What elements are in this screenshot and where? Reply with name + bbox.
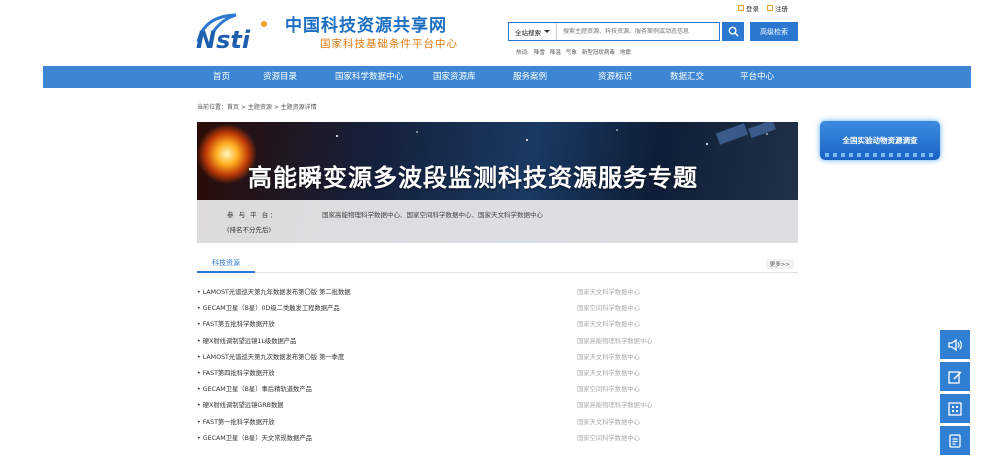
breadcrumb: 当前位置：首页 > 主题资源 > 主题资源详情 xyxy=(197,104,317,111)
nav-platform-center[interactable]: 平台中心 xyxy=(740,66,774,88)
hot-word[interactable]: 降温 xyxy=(550,48,561,56)
site-subtitle: 国家科技基础条件平台中心 xyxy=(320,38,458,50)
qrcode-button[interactable] xyxy=(940,394,970,423)
hot-word[interactable]: 气象 xyxy=(566,48,577,56)
search-box: 全站搜索 xyxy=(508,22,720,41)
search-scope-select[interactable]: 全站搜索 xyxy=(509,23,557,40)
advanced-search-button[interactable]: 高级检索 xyxy=(750,22,798,41)
page: Nsti 中国科技资源共享网 国家科技基础条件平台中心 登录 注册 全站搜索 高… xyxy=(0,0,1000,466)
qrcode-icon xyxy=(948,401,962,416)
tab-science-resources[interactable]: 科技资源 xyxy=(197,256,255,273)
nav-data-submission[interactable]: 数据汇交 xyxy=(670,66,704,88)
resource-title[interactable]: • GECAM卫星（B星）0D级二类触发工程数据产品 xyxy=(197,303,340,312)
resource-title[interactable]: • FAST第五批科学数据开放 xyxy=(197,319,275,328)
svg-text:Nsti: Nsti xyxy=(196,26,251,52)
nsti-logo[interactable]: Nsti xyxy=(194,12,280,52)
list-item[interactable]: • GECAM卫星（B星）0D级二类触发工程数据产品 国家空间科学数据中心 xyxy=(197,302,798,318)
hot-word[interactable]: 降雪 xyxy=(534,48,545,56)
chevron-down-icon xyxy=(544,30,550,33)
survey-badge-decoration xyxy=(825,153,935,157)
main-nav: 首页 资源目录 国家科学数据中心 国家资源库 服务案例 资源标识 数据汇交 平台… xyxy=(43,66,971,88)
nav-resource-library[interactable]: 国家资源库 xyxy=(433,66,476,88)
nav-home[interactable]: 首页 xyxy=(213,66,230,88)
speaker-icon xyxy=(948,338,963,351)
register-link[interactable]: 注册 xyxy=(767,3,788,13)
survey-badge[interactable]: 全国实验动物资源调查 xyxy=(820,121,940,160)
search-icon xyxy=(728,26,739,37)
list-item[interactable]: • FAST第一批科学数据开放 国家天文科学数据中心 xyxy=(197,416,798,432)
hot-word[interactable]: 地震 xyxy=(620,48,631,56)
resource-title[interactable]: • FAST第四批科学数据开放 xyxy=(197,368,275,377)
resource-source: 国家天文科学数据中心 xyxy=(577,321,640,329)
list-item[interactable]: • LAMOST光谱巡天第九次数据发布第〇版 第一季度 国家天文科学数据中心 xyxy=(197,351,798,367)
document-icon xyxy=(949,433,961,448)
resource-title[interactable]: • LAMOST光谱巡天第九次数据发布第〇版 第一季度 xyxy=(197,352,344,361)
resource-source: 国家空间科学数据中心 xyxy=(577,386,640,394)
login-link[interactable]: 登录 xyxy=(738,3,759,13)
nav-resource-identifier[interactable]: 资源标识 xyxy=(598,66,632,88)
user-icon xyxy=(738,5,744,11)
resource-title[interactable]: • FAST第一批科学数据开放 xyxy=(197,417,275,426)
resource-source: 国家天文科学数据中心 xyxy=(577,369,640,377)
resource-title[interactable]: • LAMOST光谱巡天第九年数据发布第〇版 第二批数据 xyxy=(197,287,351,296)
list-item[interactable]: • LAMOST光谱巡天第九年数据发布第〇版 第二批数据 国家天文科学数据中心 xyxy=(197,286,798,302)
speaker-button[interactable] xyxy=(940,330,970,359)
edit-button[interactable] xyxy=(940,362,970,391)
account-links: 登录 注册 xyxy=(738,3,788,13)
ranking-note: (排名不分先后) xyxy=(227,226,272,234)
side-toolbar xyxy=(940,330,970,458)
list-item[interactable]: • GECAM卫星（B星）事后精轨道数产品 国家空间科学数据中心 xyxy=(197,383,798,399)
hot-words: 热词: 降雪 降温 气象 新型冠状病毒 地震 xyxy=(516,48,631,56)
list-item[interactable]: • FAST第五批科学数据开放 国家天文科学数据中心 xyxy=(197,318,798,334)
site-title: 中国科技资源共享网 xyxy=(285,16,447,36)
nav-science-data-center[interactable]: 国家科学数据中心 xyxy=(335,66,403,88)
resource-title[interactable]: • 硬X射线调制望远镜GRB数据 xyxy=(197,400,284,409)
resource-source: 国家空间科学数据中心 xyxy=(577,305,640,313)
hot-word[interactable]: 新型冠状病毒 xyxy=(582,48,615,56)
banner-info-panel: 参 与 平 台： 国家高能物理科学数据中心、国家空间科学数据中心、国家天文科学数… xyxy=(197,200,798,243)
resource-source: 国家高能物理科学数据中心 xyxy=(577,402,653,410)
resource-title[interactable]: • 硬X射线调制望远镜1L级数据产品 xyxy=(197,336,296,345)
resource-source: 国家天文科学数据中心 xyxy=(577,418,640,426)
resource-source: 国家高能物理科学数据中心 xyxy=(577,337,653,345)
register-icon xyxy=(767,5,773,11)
resource-source: 国家天文科学数据中心 xyxy=(577,353,640,361)
more-link[interactable]: 更多>> xyxy=(765,259,794,269)
edit-icon xyxy=(948,370,962,384)
topic-banner: 高能瞬变源多波段监测科技资源服务专题 参 与 平 台： 国家高能物理科学数据中心… xyxy=(197,122,798,243)
list-item[interactable]: • GECAM卫星（B星）天文常规数据产品 国家空间科学数据中心 xyxy=(197,432,798,448)
resource-title[interactable]: • GECAM卫星（B星）天文常规数据产品 xyxy=(197,433,312,442)
platform-label: 参 与 平 台： xyxy=(227,211,278,219)
resource-source: 国家天文科学数据中心 xyxy=(577,289,640,296)
resource-tabs: 科技资源 更多>> xyxy=(197,256,798,273)
nav-service-cases[interactable]: 服务案例 xyxy=(513,66,547,88)
banner-title: 高能瞬变源多波段监测科技资源服务专题 xyxy=(248,164,698,192)
platform-list: 国家高能物理科学数据中心、国家空间科学数据中心、国家天文科学数据中心 xyxy=(322,211,543,219)
search-input[interactable] xyxy=(557,28,719,35)
resource-source: 国家空间科学数据中心 xyxy=(577,434,640,442)
list-item[interactable]: • 硬X射线调制望远镜1L级数据产品 国家高能物理科学数据中心 xyxy=(197,335,798,351)
survey-badge-label: 全国实验动物资源调查 xyxy=(842,136,918,145)
search-scope-label: 全站搜索 xyxy=(515,28,541,37)
resource-list: • LAMOST光谱巡天第九年数据发布第〇版 第二批数据 国家天文科学数据中心 •… xyxy=(197,286,798,448)
document-button[interactable] xyxy=(940,426,970,455)
resource-title[interactable]: • GECAM卫星（B星）事后精轨道数产品 xyxy=(197,384,312,393)
list-item[interactable]: • 硬X射线调制望远镜GRB数据 国家高能物理科学数据中心 xyxy=(197,399,798,415)
search-button[interactable] xyxy=(722,22,744,41)
nav-resource-catalog[interactable]: 资源目录 xyxy=(263,66,297,88)
list-item[interactable]: • FAST第四批科学数据开放 国家天文科学数据中心 xyxy=(197,367,798,383)
hot-words-label: 热词: xyxy=(516,50,529,56)
